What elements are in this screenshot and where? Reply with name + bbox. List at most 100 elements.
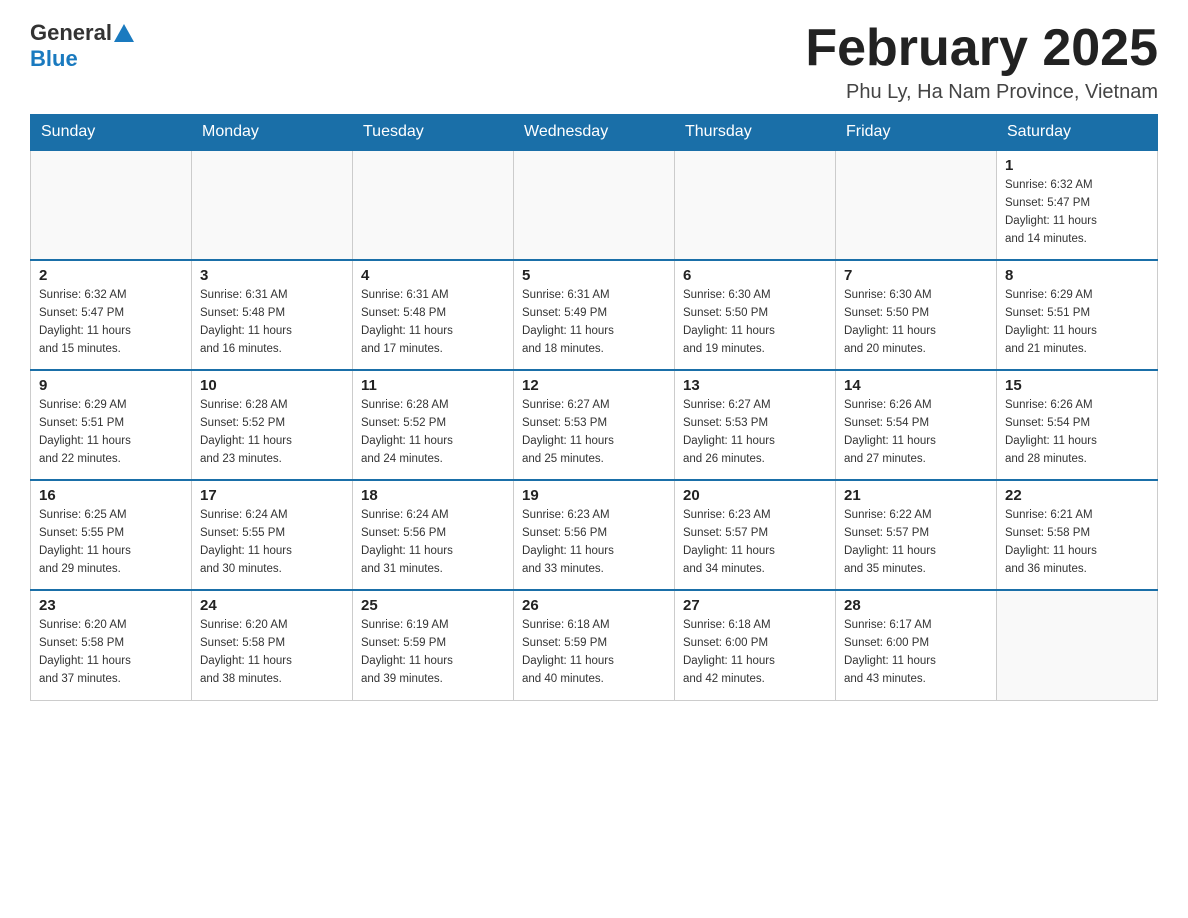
- calendar-cell: [514, 150, 675, 260]
- column-header-friday: Friday: [836, 115, 997, 151]
- calendar-cell: 8Sunrise: 6:29 AMSunset: 5:51 PMDaylight…: [997, 260, 1158, 370]
- day-number: 22: [1005, 487, 1149, 504]
- day-number: 16: [39, 487, 183, 504]
- day-number: 2: [39, 267, 183, 284]
- calendar-cell: 20Sunrise: 6:23 AMSunset: 5:57 PMDayligh…: [675, 480, 836, 590]
- day-number: 6: [683, 267, 827, 284]
- calendar-table: SundayMondayTuesdayWednesdayThursdayFrid…: [30, 114, 1158, 701]
- calendar-cell: [353, 150, 514, 260]
- calendar-cell: [31, 150, 192, 260]
- calendar-cell: [997, 590, 1158, 700]
- logo-blue-text: Blue: [30, 46, 78, 71]
- calendar-cell: 25 Sunrise: 6:19 AMSunset: 5:59 PMDayligh…: [353, 590, 514, 700]
- calendar-cell: 21 Sunrise: 6:22 AMSunset: 5:57 PMDayligh…: [836, 480, 997, 590]
- calendar-cell: 16 Sunrise: 6:25 AMSunset: 5:55 PMDayligh…: [31, 480, 192, 590]
- calendar-cell: 13 Sunrise: 6:27 AMSunset: 5:53 PMDayligh…: [675, 370, 836, 480]
- day-number: 28: [844, 597, 988, 614]
- day-number: 11: [361, 377, 505, 394]
- calendar-cell: 3Sunrise: 6:31 AMSunset: 5:48 PMDaylight…: [192, 260, 353, 370]
- day-number: 4: [361, 267, 505, 284]
- day-info: Sunrise: 6:30 AMSunset: 5:50 PMDaylight:…: [844, 287, 988, 358]
- calendar-cell: 27 Sunrise: 6:18 AMSunset: 6:00 PMDayligh…: [675, 590, 836, 700]
- week-row-1: 1 Sunrise: 6:32 AMSunset: 5:47 PMDaylight…: [31, 150, 1158, 260]
- day-info: Sunrise: 6:19 AMSunset: 5:59 PMDaylight:…: [361, 617, 505, 688]
- day-number: 26: [522, 597, 666, 614]
- day-number: 17: [200, 487, 344, 504]
- day-info: Sunrise: 6:23 AMSunset: 5:57 PMDaylight:…: [683, 507, 827, 578]
- calendar-cell: 28 Sunrise: 6:17 AMSunset: 6:00 PMDayligh…: [836, 590, 997, 700]
- column-header-sunday: Sunday: [31, 115, 192, 151]
- day-number: 24: [200, 597, 344, 614]
- day-number: 12: [522, 377, 666, 394]
- month-title: February 2025: [805, 20, 1158, 77]
- column-header-wednesday: Wednesday: [514, 115, 675, 151]
- day-number: 10: [200, 377, 344, 394]
- day-number: 15: [1005, 377, 1149, 394]
- calendar-cell: 26 Sunrise: 6:18 AMSunset: 5:59 PMDayligh…: [514, 590, 675, 700]
- calendar-cell: 24 Sunrise: 6:20 AMSunset: 5:58 PMDayligh…: [192, 590, 353, 700]
- day-info: Sunrise: 6:32 AMSunset: 5:47 PMDaylight:…: [39, 287, 183, 358]
- week-row-2: 2 Sunrise: 6:32 AMSunset: 5:47 PMDaylight…: [31, 260, 1158, 370]
- calendar-cell: [192, 150, 353, 260]
- day-info: Sunrise: 6:30 AMSunset: 5:50 PMDaylight:…: [683, 287, 827, 358]
- day-info: Sunrise: 6:21 AMSunset: 5:58 PMDaylight:…: [1005, 507, 1149, 578]
- calendar-cell: 15Sunrise: 6:26 AMSunset: 5:54 PMDayligh…: [997, 370, 1158, 480]
- calendar-cell: 23 Sunrise: 6:20 AMSunset: 5:58 PMDayligh…: [31, 590, 192, 700]
- calendar-cell: 18 Sunrise: 6:24 AMSunset: 5:56 PMDayligh…: [353, 480, 514, 590]
- day-info: Sunrise: 6:20 AMSunset: 5:58 PMDaylight:…: [200, 617, 344, 688]
- calendar-cell: 4 Sunrise: 6:31 AMSunset: 5:48 PMDaylight…: [353, 260, 514, 370]
- calendar-cell: 6 Sunrise: 6:30 AMSunset: 5:50 PMDaylight…: [675, 260, 836, 370]
- week-row-4: 16 Sunrise: 6:25 AMSunset: 5:55 PMDayligh…: [31, 480, 1158, 590]
- page-header: General Blue February 2025 Phu Ly, Ha Na…: [30, 20, 1158, 104]
- day-number: 23: [39, 597, 183, 614]
- day-info: Sunrise: 6:32 AMSunset: 5:47 PMDaylight:…: [1005, 177, 1149, 248]
- day-info: Sunrise: 6:28 AMSunset: 5:52 PMDaylight:…: [361, 397, 505, 468]
- day-info: Sunrise: 6:18 AMSunset: 5:59 PMDaylight:…: [522, 617, 666, 688]
- calendar-cell: 14 Sunrise: 6:26 AMSunset: 5:54 PMDayligh…: [836, 370, 997, 480]
- day-number: 1: [1005, 157, 1149, 174]
- calendar-cell: 1 Sunrise: 6:32 AMSunset: 5:47 PMDaylight…: [997, 150, 1158, 260]
- week-row-5: 23 Sunrise: 6:20 AMSunset: 5:58 PMDayligh…: [31, 590, 1158, 700]
- day-number: 21: [844, 487, 988, 504]
- day-number: 19: [522, 487, 666, 504]
- location-subtitle: Phu Ly, Ha Nam Province, Vietnam: [805, 81, 1158, 104]
- logo: General Blue: [30, 20, 136, 72]
- day-info: Sunrise: 6:20 AMSunset: 5:58 PMDaylight:…: [39, 617, 183, 688]
- day-number: 9: [39, 377, 183, 394]
- day-number: 8: [1005, 267, 1149, 284]
- day-info: Sunrise: 6:24 AMSunset: 5:56 PMDaylight:…: [361, 507, 505, 578]
- calendar-cell: [836, 150, 997, 260]
- calendar-cell: 9 Sunrise: 6:29 AMSunset: 5:51 PMDaylight…: [31, 370, 192, 480]
- calendar-cell: 19 Sunrise: 6:23 AMSunset: 5:56 PMDayligh…: [514, 480, 675, 590]
- logo-triangle-icon: [114, 24, 134, 42]
- day-number: 27: [683, 597, 827, 614]
- calendar-cell: [675, 150, 836, 260]
- day-info: Sunrise: 6:27 AMSunset: 5:53 PMDaylight:…: [683, 397, 827, 468]
- day-number: 3: [200, 267, 344, 284]
- day-number: 14: [844, 377, 988, 394]
- day-info: Sunrise: 6:26 AMSunset: 5:54 PMDaylight:…: [844, 397, 988, 468]
- column-header-tuesday: Tuesday: [353, 115, 514, 151]
- day-info: Sunrise: 6:17 AMSunset: 6:00 PMDaylight:…: [844, 617, 988, 688]
- column-header-monday: Monday: [192, 115, 353, 151]
- day-info: Sunrise: 6:27 AMSunset: 5:53 PMDaylight:…: [522, 397, 666, 468]
- week-row-3: 9 Sunrise: 6:29 AMSunset: 5:51 PMDaylight…: [31, 370, 1158, 480]
- day-number: 13: [683, 377, 827, 394]
- day-info: Sunrise: 6:31 AMSunset: 5:48 PMDaylight:…: [361, 287, 505, 358]
- day-number: 25: [361, 597, 505, 614]
- day-info: Sunrise: 6:22 AMSunset: 5:57 PMDaylight:…: [844, 507, 988, 578]
- day-info: Sunrise: 6:25 AMSunset: 5:55 PMDaylight:…: [39, 507, 183, 578]
- day-info: Sunrise: 6:29 AMSunset: 5:51 PMDaylight:…: [39, 397, 183, 468]
- day-number: 7: [844, 267, 988, 284]
- day-info: Sunrise: 6:28 AMSunset: 5:52 PMDaylight:…: [200, 397, 344, 468]
- calendar-cell: 12 Sunrise: 6:27 AMSunset: 5:53 PMDayligh…: [514, 370, 675, 480]
- calendar-cell: 11 Sunrise: 6:28 AMSunset: 5:52 PMDayligh…: [353, 370, 514, 480]
- day-number: 18: [361, 487, 505, 504]
- calendar-cell: 7 Sunrise: 6:30 AMSunset: 5:50 PMDaylight…: [836, 260, 997, 370]
- day-info: Sunrise: 6:23 AMSunset: 5:56 PMDaylight:…: [522, 507, 666, 578]
- calendar-cell: 5Sunrise: 6:31 AMSunset: 5:49 PMDaylight…: [514, 260, 675, 370]
- day-info: Sunrise: 6:18 AMSunset: 6:00 PMDaylight:…: [683, 617, 827, 688]
- column-header-thursday: Thursday: [675, 115, 836, 151]
- column-header-saturday: Saturday: [997, 115, 1158, 151]
- day-info: Sunrise: 6:31 AMSunset: 5:49 PMDaylight:…: [522, 287, 666, 358]
